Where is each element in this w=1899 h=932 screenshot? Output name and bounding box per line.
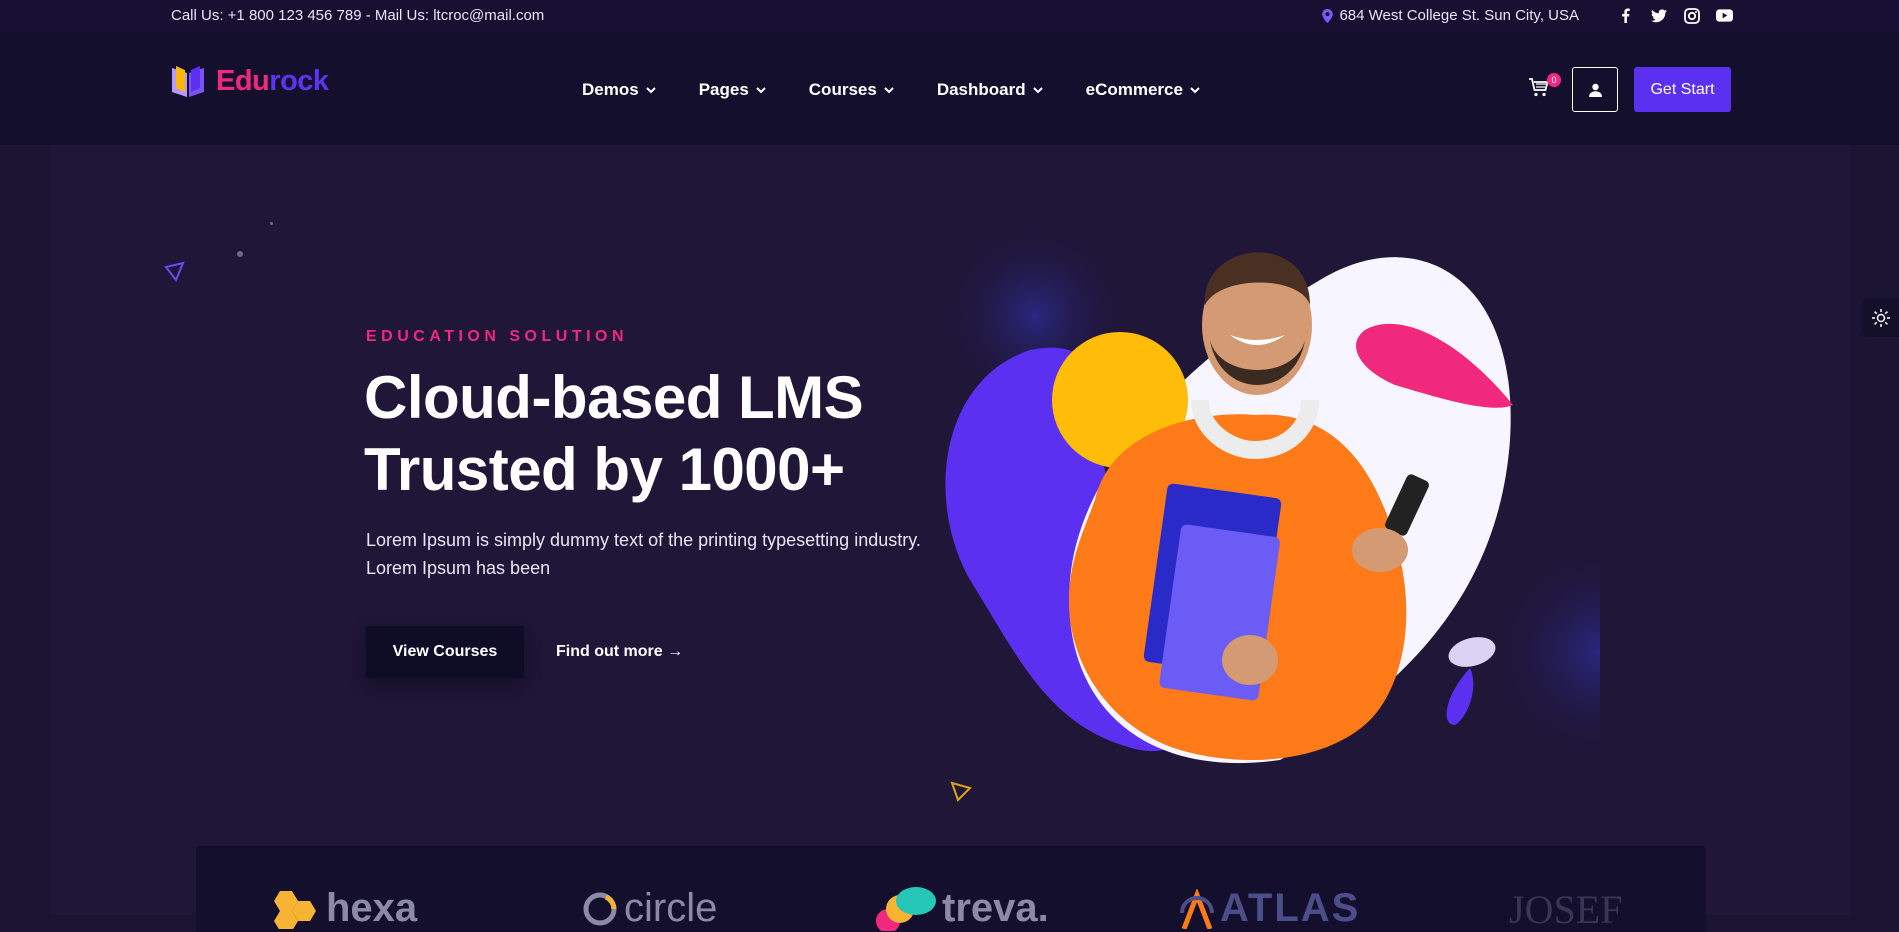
main-navbar: Edurock Demos Pages Courses Dashboard eC…: [0, 32, 1899, 145]
social-links: [1617, 7, 1733, 24]
main-menu: Demos Pages Courses Dashboard eCommerce: [582, 80, 1243, 100]
twitter-icon[interactable]: [1650, 7, 1667, 24]
brand-logo-josef: JOSEF: [1509, 886, 1622, 932]
brand-logo-circle: circle: [582, 886, 717, 931]
cart-count-badge: 0: [1547, 73, 1561, 87]
instagram-icon[interactable]: [1683, 7, 1700, 24]
partner-brands-strip: hexa circle treva. ATLAS JOSEF: [196, 846, 1706, 932]
top-bar: Call Us: +1 800 123 456 789 - Mail Us: l…: [0, 0, 1899, 32]
brand-name-text: JOSEF: [1509, 887, 1623, 932]
nav-item-label: Dashboard: [936, 80, 1026, 99]
brand-name-text: hexa: [326, 886, 418, 930]
brand-name-part2: rock: [269, 64, 329, 97]
nav-item-pages[interactable]: Pages: [699, 80, 766, 100]
hero-eyebrow: EDUCATION SOLUTION: [366, 328, 629, 345]
brand-name-text: treva.: [942, 886, 1049, 930]
triangle-outline-icon: [164, 261, 185, 282]
logo[interactable]: Edurock: [170, 64, 329, 98]
nav-item-label: Pages: [698, 80, 749, 99]
hero-illustration: [940, 220, 1600, 764]
address-text: 684 West College St. Sun City, USA: [1339, 7, 1579, 24]
facebook-icon[interactable]: [1617, 7, 1634, 24]
chevron-down-icon: [645, 86, 656, 93]
nav-item-courses[interactable]: Courses: [809, 80, 894, 100]
youtube-icon[interactable]: [1716, 7, 1733, 24]
hero-headline-line1: Cloud-based LMS: [364, 364, 864, 431]
chevron-down-icon: [884, 86, 894, 93]
brand-logo-atlas: ATLAS: [1180, 886, 1360, 931]
find-out-more-link[interactable]: Find out more →: [556, 643, 683, 661]
brand-name-text: ATLAS: [1220, 886, 1361, 930]
book-logo-icon: [172, 66, 204, 97]
brand-name-part1: Edu: [216, 64, 270, 97]
chevron-down-icon: [756, 86, 766, 93]
brand-name-text: circle: [624, 886, 718, 930]
atlas-logo-icon: [1180, 888, 1214, 929]
address: 684 West College St. Sun City, USA: [1322, 7, 1579, 24]
chevron-down-icon: [1190, 86, 1200, 93]
chevron-down-icon: [1032, 86, 1043, 93]
sun-icon: [1871, 308, 1890, 327]
brand-logo-treva: treva.: [876, 886, 1049, 931]
dot-decoration: [270, 222, 273, 225]
dot-decoration: [237, 251, 243, 257]
nav-item-label: Demos: [582, 80, 639, 99]
nav-item-label: Courses: [808, 80, 877, 99]
nav-item-dashboard[interactable]: Dashboard: [937, 80, 1043, 100]
cart-button[interactable]: 0: [1528, 73, 1561, 102]
hero-headline-line2: Trusted by 1000+: [364, 436, 845, 503]
theme-toggle-button[interactable]: [1862, 298, 1899, 337]
view-courses-button[interactable]: View Courses: [366, 626, 524, 678]
get-start-button[interactable]: Get Start: [1634, 67, 1731, 112]
hero-description: Lorem Ipsum is simply dummy text of the …: [366, 530, 921, 578]
location-pin-icon: [1322, 8, 1334, 23]
brand-logo-hexa: hexa: [272, 886, 417, 931]
circle-logo-icon: [583, 892, 617, 925]
treva-logo-icon: [876, 886, 936, 931]
nav-item-ecommerce[interactable]: eCommerce: [1086, 80, 1200, 100]
nav-item-demos[interactable]: Demos: [582, 80, 656, 100]
hero-headline: Cloud-based LMS Trusted by 1000+: [364, 362, 924, 506]
nav-item-label: eCommerce: [1085, 80, 1183, 99]
user-icon: [1588, 83, 1602, 97]
contact-info: Call Us: +1 800 123 456 789 - Mail Us: l…: [171, 7, 545, 24]
user-account-button[interactable]: [1572, 67, 1618, 112]
brand-name: Edurock: [216, 65, 329, 98]
hexagon-logo-icon: [274, 890, 316, 929]
